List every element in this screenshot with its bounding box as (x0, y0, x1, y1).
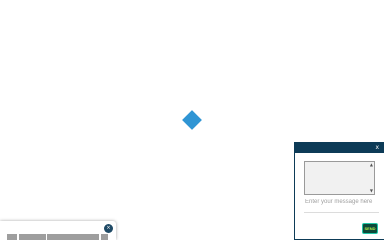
panel-button-a[interactable] (7, 234, 17, 240)
panel-input-field[interactable] (47, 234, 99, 240)
chat-message-input[interactable]: Enter your message here (304, 199, 379, 213)
page: x ▲ ▼ Enter your message here SEND × (0, 0, 384, 240)
chat-close-icon[interactable]: x (375, 144, 379, 152)
panel-close-icon[interactable]: × (104, 224, 113, 233)
panel-button-c[interactable] (101, 234, 108, 240)
diamond-loader-icon (182, 110, 202, 130)
panel-button-b[interactable] (19, 234, 46, 240)
bottom-panel: × (0, 221, 116, 240)
scroll-down-icon[interactable]: ▼ (370, 189, 373, 193)
send-button[interactable]: SEND (362, 223, 378, 234)
chat-message-log[interactable]: ▲ ▼ (304, 161, 375, 195)
chat-header: x (295, 143, 384, 153)
scroll-up-icon[interactable]: ▲ (370, 163, 373, 167)
